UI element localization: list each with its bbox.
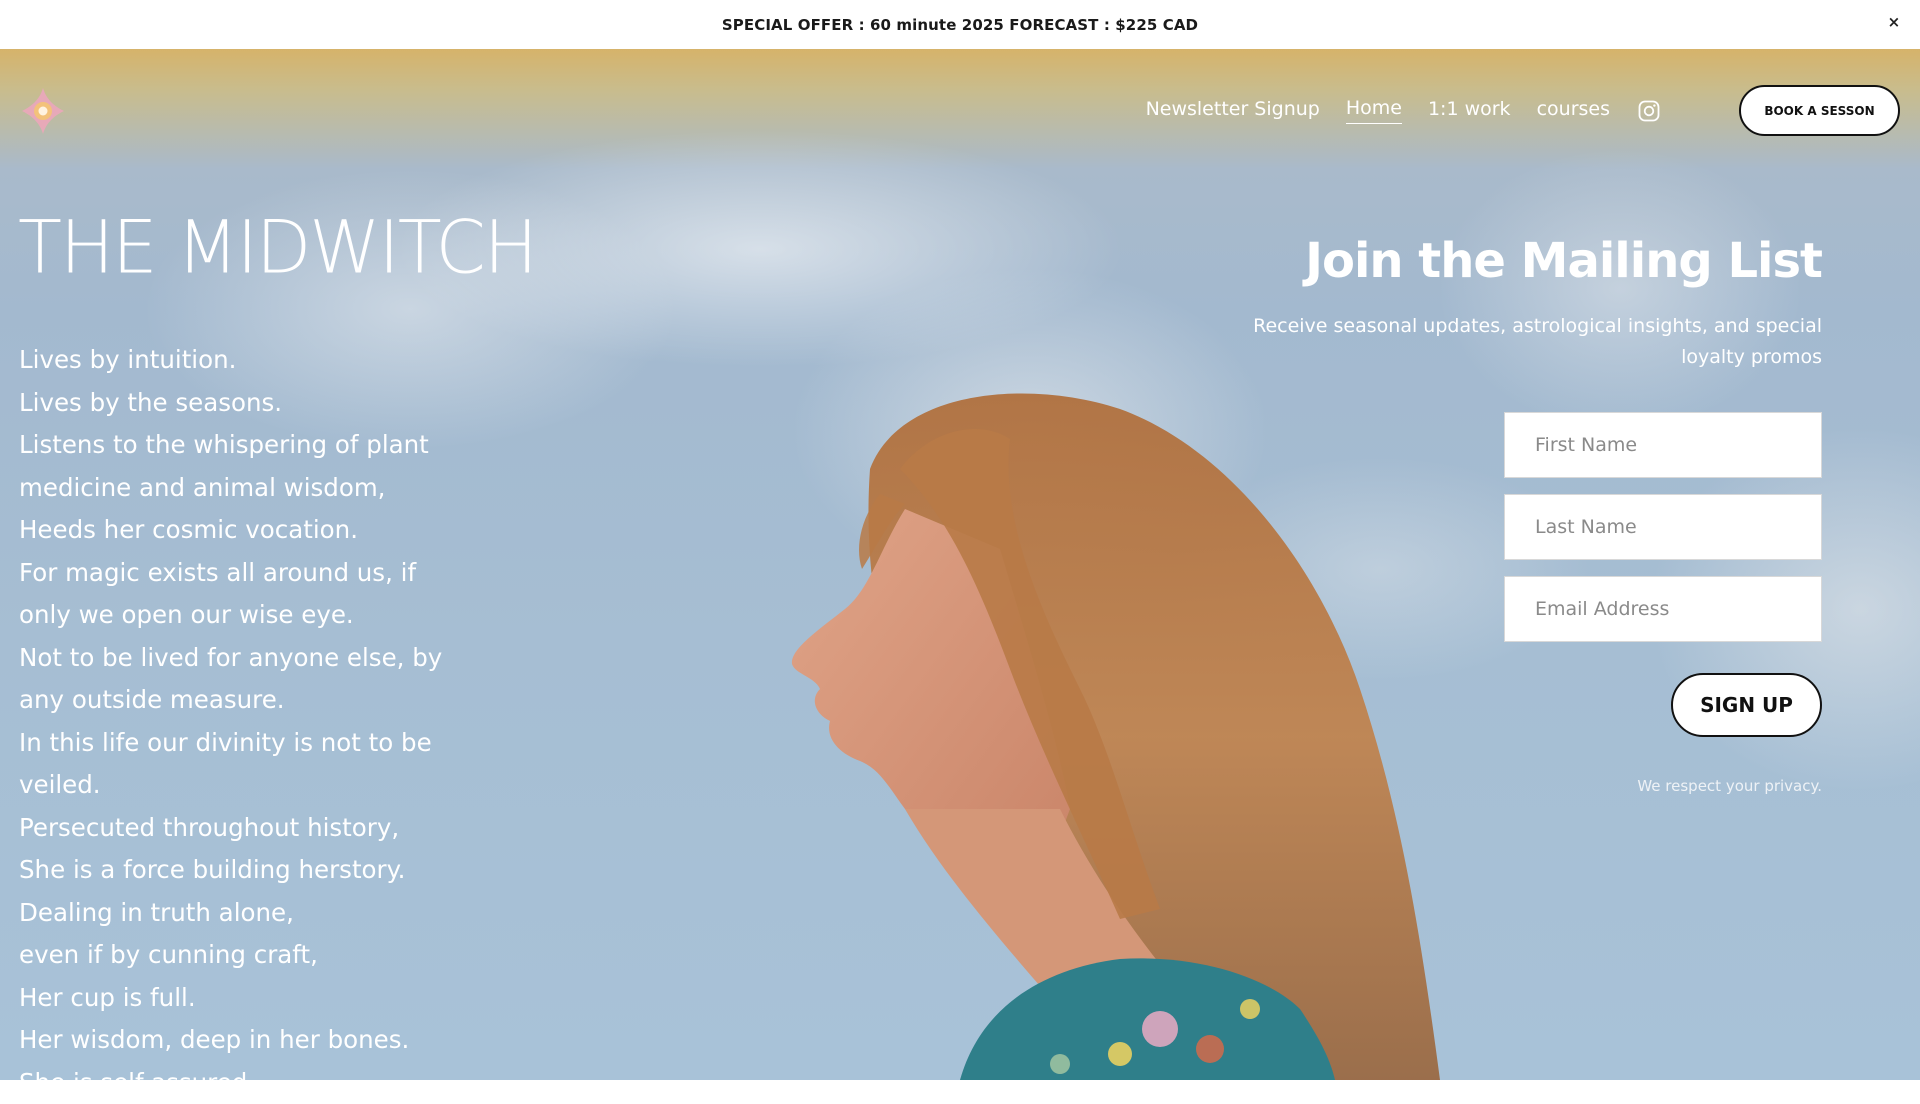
- poem-line: Lives by the seasons.: [19, 382, 489, 425]
- instagram-icon[interactable]: [1638, 100, 1660, 122]
- nav-one-on-one-work[interactable]: 1:1 work: [1428, 98, 1511, 124]
- last-name-field[interactable]: [1504, 494, 1822, 560]
- poem-line: any outside measure.: [19, 679, 489, 722]
- logo-icon[interactable]: [20, 86, 66, 136]
- book-session-button[interactable]: BOOK A SESSON: [1739, 85, 1900, 136]
- poem-text: Lives by intuition. Lives by the seasons…: [19, 339, 489, 1104]
- email-field[interactable]: [1504, 576, 1822, 642]
- poem-line: Lives by intuition.: [19, 339, 489, 382]
- poem-line: Her wisdom, deep in her bones.: [19, 1019, 489, 1062]
- poem-line: Heeds her cosmic vocation.: [19, 509, 489, 552]
- poem-line: She is a force building herstory.: [19, 849, 489, 892]
- poem-line: only we open our wise eye.: [19, 594, 489, 637]
- poem-line: veiled.: [19, 764, 489, 807]
- main-nav: Newsletter Signup Home 1:1 work courses: [1120, 97, 1660, 124]
- poem-line: For magic exists all around us, if: [19, 552, 489, 595]
- poem-line: Persecuted throughout history,: [19, 807, 489, 850]
- poem-line: Not to be lived for anyone else, by: [19, 637, 489, 680]
- poem-line: Dealing in truth alone,: [19, 892, 489, 935]
- poem-line: Listens to the whispering of plant: [19, 424, 489, 467]
- poem-line: In this life our divinity is not to be: [19, 722, 489, 765]
- mailing-list-title: Join the Mailing List: [1305, 233, 1822, 289]
- sign-up-button[interactable]: SIGN UP: [1671, 673, 1822, 737]
- nav-home[interactable]: Home: [1346, 97, 1402, 124]
- poem-line: She is self-assured.: [19, 1062, 489, 1104]
- poem-line: even if by cunning craft,: [19, 934, 489, 977]
- nav-newsletter-signup[interactable]: Newsletter Signup: [1146, 98, 1320, 124]
- poem-line: Her cup is full.: [19, 977, 489, 1020]
- nav-courses[interactable]: courses: [1537, 98, 1610, 124]
- announcement-text: SPECIAL OFFER : 60 minute 2025 FORECAST …: [722, 16, 1198, 34]
- announcement-bar: SPECIAL OFFER : 60 minute 2025 FORECAST …: [0, 0, 1920, 49]
- privacy-note: We respect your privacy.: [1637, 777, 1822, 795]
- page-title: THE MIDWITCH: [18, 204, 536, 290]
- close-icon[interactable]: ×: [1884, 12, 1904, 32]
- mailing-list-subtitle: Receive seasonal updates, astrological i…: [1202, 311, 1822, 373]
- first-name-field[interactable]: [1504, 412, 1822, 478]
- poem-line: medicine and animal wisdom,: [19, 467, 489, 510]
